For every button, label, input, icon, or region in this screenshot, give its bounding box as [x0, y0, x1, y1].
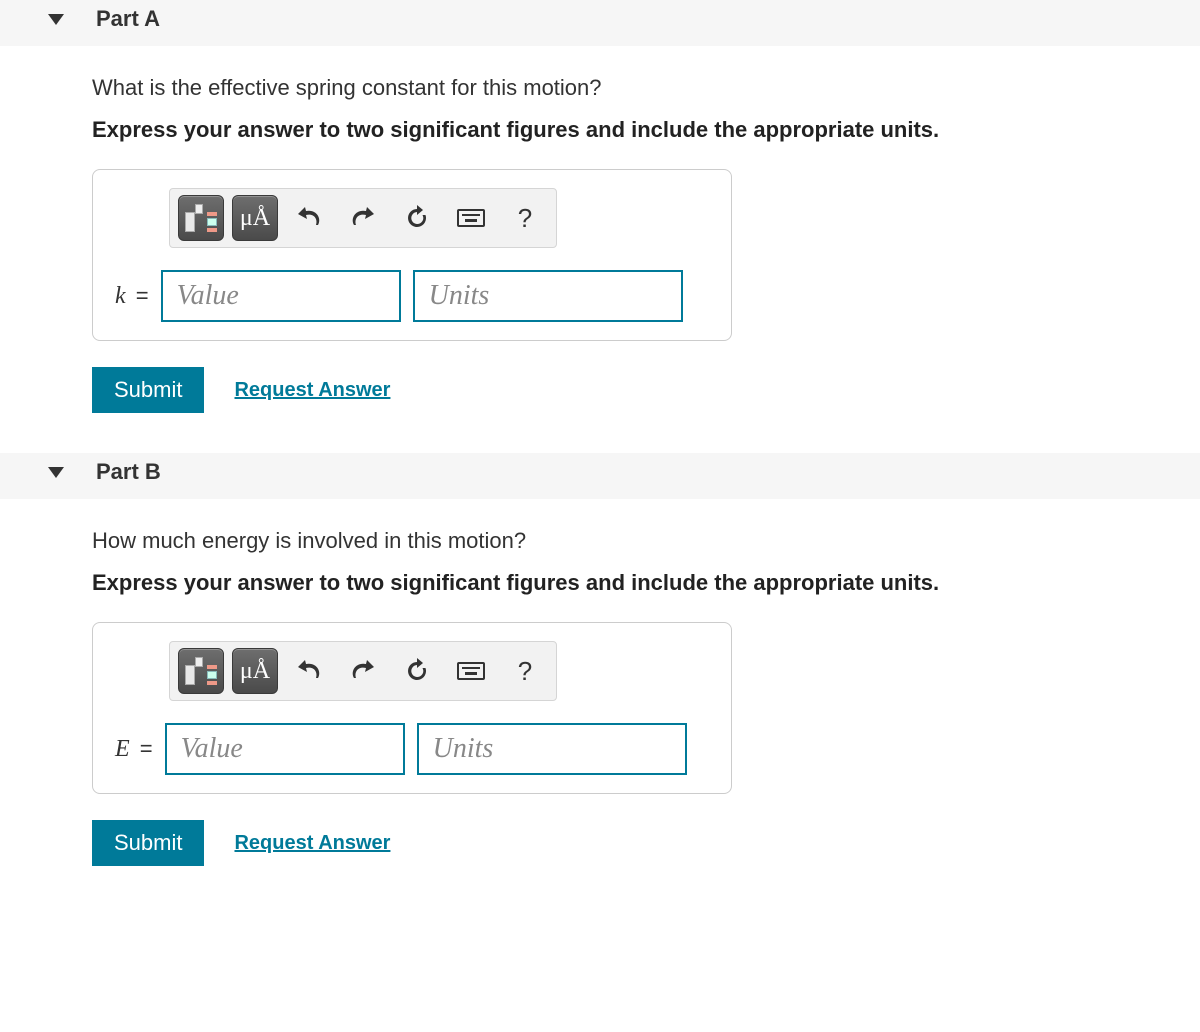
question-text: What is the effective spring constant fo… — [92, 75, 1200, 101]
request-answer-link[interactable]: Request Answer — [234, 832, 390, 855]
redo-button[interactable] — [340, 195, 386, 241]
variable-label: E = — [115, 736, 153, 763]
redo-button[interactable] — [340, 648, 386, 694]
redo-icon — [350, 207, 376, 229]
request-answer-link[interactable]: Request Answer — [234, 379, 390, 402]
instruction-text: Express your answer to two significant f… — [92, 570, 1200, 596]
reset-button[interactable] — [394, 195, 440, 241]
actions-row: Submit Request Answer — [92, 820, 1200, 866]
mu-angstrom-icon: μÅ — [240, 658, 270, 685]
value-input[interactable] — [161, 270, 401, 322]
templates-button[interactable] — [178, 648, 224, 694]
keyboard-button[interactable] — [448, 195, 494, 241]
help-button[interactable]: ? — [502, 648, 548, 694]
mu-angstrom-icon: μÅ — [240, 205, 270, 232]
part-header[interactable]: Part A — [0, 0, 1200, 47]
refresh-icon — [404, 658, 430, 684]
part-body: What is the effective spring constant fo… — [0, 47, 1200, 453]
help-button[interactable]: ? — [502, 195, 548, 241]
special-chars-button[interactable]: μÅ — [232, 195, 278, 241]
answer-row: E = — [109, 723, 715, 775]
instruction-text: Express your answer to two significant f… — [92, 117, 1200, 143]
undo-button[interactable] — [286, 648, 332, 694]
value-input[interactable] — [165, 723, 405, 775]
answer-box: μÅ ? k = — [92, 169, 732, 341]
part-body: How much energy is involved in this moti… — [0, 500, 1200, 906]
templates-icon — [185, 204, 217, 232]
submit-button[interactable]: Submit — [92, 820, 204, 866]
keyboard-button[interactable] — [448, 648, 494, 694]
answer-box: μÅ ? E = — [92, 622, 732, 794]
part-title: Part A — [96, 6, 160, 32]
chevron-down-icon — [48, 467, 64, 478]
question-text: How much energy is involved in this moti… — [92, 528, 1200, 554]
part-header[interactable]: Part B — [0, 453, 1200, 500]
units-input[interactable] — [417, 723, 687, 775]
templates-button[interactable] — [178, 195, 224, 241]
keyboard-icon — [457, 209, 485, 227]
actions-row: Submit Request Answer — [92, 367, 1200, 413]
refresh-icon — [404, 205, 430, 231]
submit-button[interactable]: Submit — [92, 367, 204, 413]
reset-button[interactable] — [394, 648, 440, 694]
chevron-down-icon — [48, 14, 64, 25]
answer-row: k = — [109, 270, 715, 322]
equation-toolbar: μÅ ? — [169, 188, 557, 248]
units-input[interactable] — [413, 270, 683, 322]
undo-button[interactable] — [286, 195, 332, 241]
variable-label: k = — [115, 283, 149, 310]
equation-toolbar: μÅ ? — [169, 641, 557, 701]
keyboard-icon — [457, 662, 485, 680]
undo-icon — [296, 207, 322, 229]
special-chars-button[interactable]: μÅ — [232, 648, 278, 694]
redo-icon — [350, 660, 376, 682]
templates-icon — [185, 657, 217, 685]
undo-icon — [296, 660, 322, 682]
part-title: Part B — [96, 459, 161, 485]
